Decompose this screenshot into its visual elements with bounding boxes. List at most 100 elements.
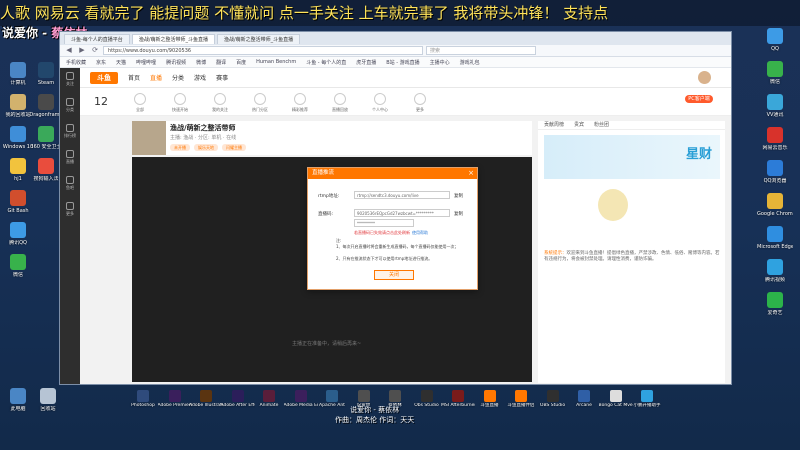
bookmark-item[interactable]: 虎牙直播 (356, 59, 376, 66)
desktop-icon[interactable]: 腾讯视频 (757, 259, 793, 283)
bookmark-item[interactable]: Human Benchm (256, 59, 296, 65)
category-item[interactable]: 直播回放 (320, 93, 360, 113)
dock-icon[interactable]: Animate (252, 390, 286, 408)
credits-line-1: 说爱你 - 蔡依林 (350, 406, 400, 414)
bookmark-item[interactable]: 京东 (96, 59, 106, 66)
nav-games[interactable]: 游戏 (194, 73, 206, 82)
room-tag[interactable]: 娱乐天地 (194, 144, 218, 151)
category-item[interactable]: 我的关注 (200, 93, 240, 113)
desktop-icon[interactable]: 爱奇艺 (757, 292, 793, 316)
douyu-logo[interactable]: 斗鱼 (90, 71, 118, 84)
category-item[interactable]: 精彩推荐 (280, 93, 320, 113)
dock-icon[interactable]: Bongo Cat Mver (599, 390, 633, 408)
desktop-icon[interactable]: 微信 (757, 61, 793, 85)
dock-icon[interactable]: OBS Studio (536, 390, 570, 408)
rtmp-field[interactable]: rtmp://sendtc3.douyu.com/live (354, 191, 450, 199)
left-nav-item[interactable]: 更多 (60, 202, 80, 224)
dock-icon[interactable]: 斗鱼直播伴侣 (504, 390, 538, 408)
left-nav-item[interactable]: 关注 (60, 72, 80, 94)
rp-tab-vip[interactable]: 贵宾 (574, 121, 584, 129)
left-nav-item[interactable]: 鱼吧 (60, 176, 80, 198)
bookmark-item[interactable]: 主播中心 (430, 59, 450, 66)
bookmark-item[interactable]: 翻译 (216, 59, 226, 66)
bookmark-item[interactable]: 斗鱼 - 每个人的直 (306, 59, 346, 66)
room-tag[interactable]: 未开播 (170, 144, 190, 151)
category-item[interactable]: 快速开始 (160, 93, 200, 113)
bookmark-item[interactable]: 百度 (236, 59, 246, 66)
bookmark-item[interactable]: 天猫 (116, 59, 126, 66)
room-tag[interactable]: 闪耀主播 (222, 144, 246, 151)
icon-label: 微信 (12, 272, 23, 278)
copy-rtmp-button[interactable]: 复制 (454, 193, 463, 199)
category-icon (414, 93, 426, 105)
app-icon (10, 254, 26, 270)
desktop-icon[interactable]: Git Bash (0, 190, 36, 214)
dock-icon[interactable]: Obs Studio (410, 390, 444, 408)
dock-icon[interactable]: Adobe After Effects (221, 390, 255, 408)
nav-events[interactable]: 赛事 (216, 73, 228, 82)
bookmark-item[interactable]: 游戏礼包 (460, 59, 480, 66)
bookmark-item[interactable]: 腾讯视频 (166, 59, 186, 66)
server-select[interactable]: ********* (354, 219, 414, 227)
app-icon (38, 126, 54, 142)
category-icon (294, 93, 306, 105)
dock-icon[interactable]: 斗鱼直播 (473, 390, 507, 408)
category-icon (134, 93, 146, 105)
app-icon (357, 390, 370, 402)
tab-1[interactable]: 斗鱼-每个人的直播平台 (64, 33, 130, 44)
desktop-icon[interactable]: 网易云音乐 (757, 127, 793, 151)
dock-icon[interactable]: Adobe Premiere (158, 390, 192, 408)
address-bar[interactable]: https://www.douyu.com/9020536 (103, 46, 423, 55)
dock-icon[interactable]: Photoshop (126, 390, 160, 408)
desktop-icon[interactable]: 回收站 (30, 388, 66, 412)
search-input[interactable]: 搜索 (426, 46, 536, 55)
bookmark-item[interactable]: 手机收藏 (66, 59, 86, 66)
category-item[interactable]: 个人中心 (360, 93, 400, 113)
left-nav-item[interactable]: 直播 (60, 150, 80, 172)
dock-icon[interactable]: MSI Afterburner (441, 390, 475, 408)
bookmark-item[interactable]: 微博 (196, 59, 206, 66)
tab-2[interactable]: 渔战/萌新之整活带师_斗鱼直播 (131, 33, 215, 44)
nav-category[interactable]: 分类 (172, 73, 184, 82)
dock-icon[interactable]: Adobe Media Encoder (284, 390, 318, 408)
forward-button[interactable]: ▶ (77, 46, 87, 55)
desktop-icon[interactable]: Microsoft Edge (757, 226, 793, 250)
copy-key-button[interactable]: 复制 (454, 211, 463, 217)
back-button[interactable]: ◀ (64, 46, 74, 55)
close-icon[interactable]: × (468, 168, 474, 179)
rp-tab-contrib[interactable]: 贡献周榜 (544, 121, 564, 129)
desktop-icon[interactable]: QQ浏览器 (757, 160, 793, 184)
nav-label: 排行榜 (64, 133, 76, 138)
refresh-button[interactable]: ⟳ (90, 46, 100, 55)
stream-key-field[interactable]: 9020536rEQpcGd27wzbcwt=********* (354, 209, 450, 217)
help-link[interactable]: 使用帮助 (412, 230, 428, 236)
category-icon (174, 93, 186, 105)
nav-live[interactable]: 直播 (150, 73, 162, 82)
desktop-icon[interactable]: 腾讯QQ (0, 222, 36, 246)
category-item[interactable]: 更多 (400, 93, 440, 113)
nav-home[interactable]: 首页 (128, 73, 140, 82)
pc-client-button[interactable]: PC客户端 (685, 95, 713, 103)
left-nav-item[interactable]: 分类 (60, 98, 80, 120)
left-nav-item[interactable]: 排行榜 (60, 124, 80, 146)
icon-label: QQ (771, 46, 779, 52)
refresh-key-link[interactable]: 若直播码已失效请点击此处刷新 (354, 230, 410, 236)
rp-tab-fans[interactable]: 粉丝团 (594, 121, 609, 129)
bookmark-item[interactable]: B站 - 游戏直播 (386, 59, 419, 66)
desktop-icon[interactable]: Google Chrome (757, 193, 793, 217)
tab-3[interactable]: 渔战/萌新之整活带师_斗鱼直播 (217, 33, 301, 44)
room-avatar[interactable] (132, 121, 166, 155)
bookmark-item[interactable]: 哔哩哔哩 (136, 59, 156, 66)
category-label: 热门分区 (252, 107, 268, 112)
category-item[interactable]: 全部 (120, 93, 160, 113)
desktop-icon[interactable]: QQ (757, 28, 793, 52)
dock-icon[interactable]: Adobe Illustrator (189, 390, 223, 408)
close-button[interactable]: 关闭 (374, 270, 414, 280)
desktop-icon[interactable]: VV通讯 (757, 94, 793, 118)
user-avatar[interactable] (698, 71, 711, 84)
category-item[interactable]: 热门分区 (240, 93, 280, 113)
desktop-icon[interactable]: 微信 (0, 254, 36, 278)
dock-icon[interactable]: Arcane (567, 390, 601, 408)
promo-banner[interactable]: 星财 (544, 135, 720, 179)
dock-icon[interactable]: 小鹏开播助手 (630, 390, 664, 408)
